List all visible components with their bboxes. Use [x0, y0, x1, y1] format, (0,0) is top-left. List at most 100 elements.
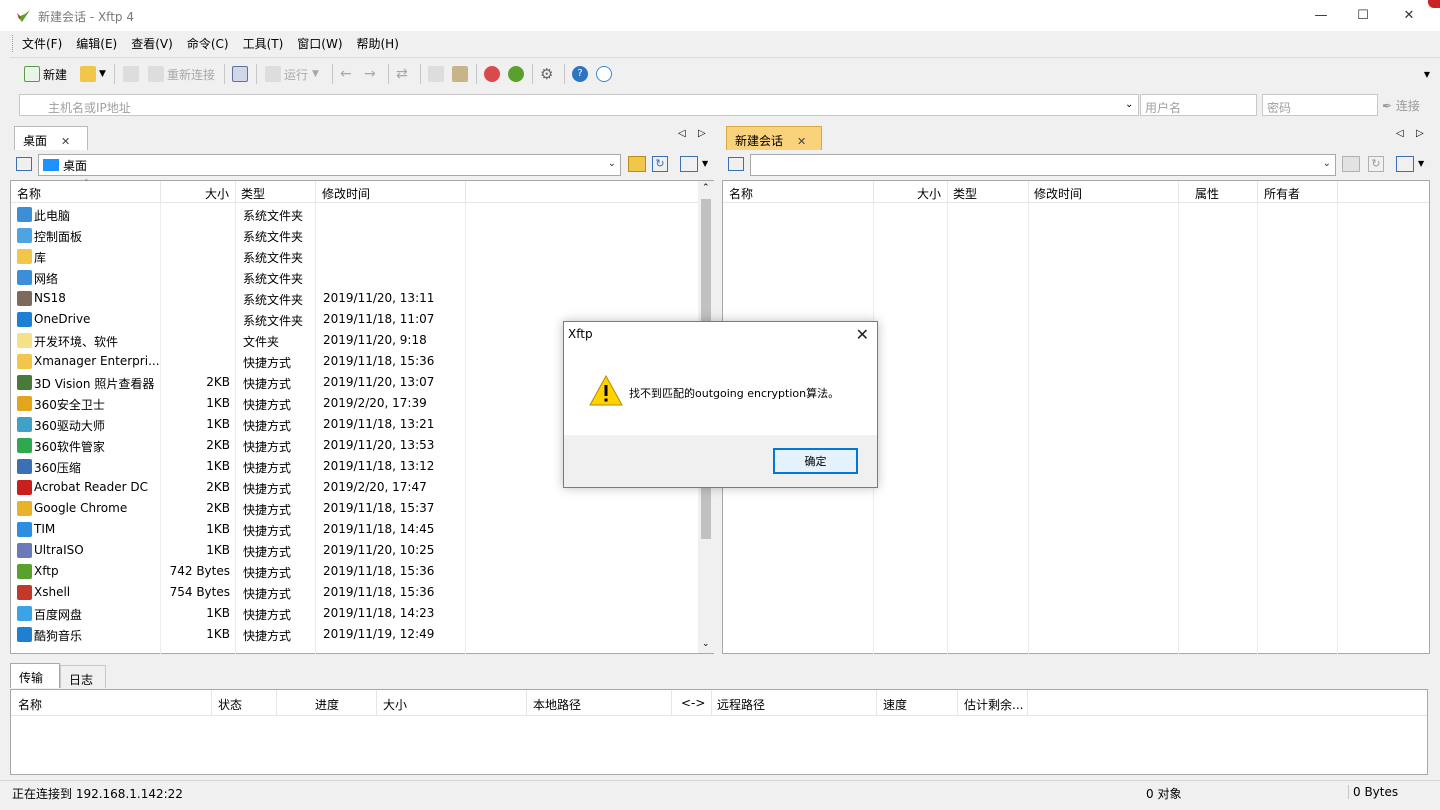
left-path-combo[interactable]: 桌面 ⌄	[38, 154, 621, 176]
copy-button[interactable]	[428, 64, 447, 84]
right-path-combo[interactable]: ⌄	[750, 154, 1336, 176]
row-type: 快捷方式	[243, 419, 292, 433]
tab-transfer[interactable]: 传输	[10, 663, 60, 688]
xshell-button[interactable]	[484, 64, 503, 84]
tab-desktop[interactable]: 桌面 ✕	[14, 126, 88, 150]
open-folder-button[interactable]: ▼	[80, 64, 106, 84]
chat-button[interactable]	[596, 64, 615, 84]
disconnect-button[interactable]	[123, 64, 142, 84]
menu-command[interactable]: 命令(C)	[187, 35, 229, 52]
tab-scroll-right-icon[interactable]: ▷	[1416, 128, 1424, 139]
refresh-icon[interactable]: ↻	[1368, 156, 1384, 172]
toolbar-overflow-icon[interactable]: ▼	[1424, 70, 1430, 79]
col-modified[interactable]: 修改时间	[1034, 185, 1082, 202]
tab-transfer-label: 传输	[19, 671, 44, 685]
table-row[interactable]: NS18 系统文件夹 2019/11/20, 13:11	[11, 288, 699, 309]
table-row[interactable]: UltraISO 1KB 快捷方式 2019/11/20, 10:25	[11, 540, 699, 561]
col-status[interactable]: 状态	[218, 696, 242, 713]
host-input[interactable]: 主机名或IP地址	[19, 94, 1139, 116]
dialog-close-icon[interactable]: ✕	[856, 325, 869, 344]
menu-file[interactable]: 文件(F)	[22, 35, 62, 52]
menu-tools[interactable]: 工具(T)	[243, 35, 284, 52]
col-transfer-size[interactable]: 大小	[383, 696, 407, 713]
col-direction[interactable]: <->	[681, 696, 705, 710]
tab-log[interactable]: 日志	[60, 665, 106, 688]
close-button[interactable]: ✕	[1386, 0, 1432, 31]
table-row[interactable]: Xshell 754 Bytes 快捷方式 2019/11/18, 15:36	[11, 582, 699, 603]
col-eta[interactable]: 估计剩余...	[964, 696, 1023, 713]
menu-view[interactable]: 查看(V)	[131, 35, 173, 52]
table-row[interactable]: 库 系统文件夹	[11, 246, 699, 267]
col-attributes[interactable]: 属性	[1195, 185, 1219, 202]
menu-window[interactable]: 窗口(W)	[297, 35, 342, 52]
table-row[interactable]: Google Chrome 2KB 快捷方式 2019/11/18, 15:37	[11, 498, 699, 519]
sync-button[interactable]: ⇄	[396, 64, 408, 84]
table-row[interactable]: Xftp 742 Bytes 快捷方式 2019/11/18, 15:36	[11, 561, 699, 582]
properties-button[interactable]	[232, 64, 251, 84]
username-input[interactable]: 用户名	[1140, 94, 1257, 116]
table-row[interactable]: 网络 系统文件夹	[11, 267, 699, 288]
host-dropdown-icon[interactable]: ⌄	[1125, 99, 1133, 110]
view-mode-icon[interactable]	[680, 156, 698, 172]
file-icon	[17, 291, 32, 306]
col-remote-path[interactable]: 远程路径	[717, 696, 765, 713]
parent-folder-icon[interactable]	[1342, 156, 1360, 172]
forward-button[interactable]: →	[364, 64, 376, 84]
table-row[interactable]: 此电脑 系统文件夹	[11, 204, 699, 225]
row-name: Acrobat Reader DC	[34, 480, 148, 494]
col-name[interactable]: 名称	[729, 185, 753, 202]
ok-button[interactable]: 确定	[773, 448, 858, 474]
parent-folder-icon[interactable]	[628, 156, 646, 172]
col-size[interactable]: 大小	[917, 185, 941, 202]
row-name: 360压缩	[34, 461, 81, 475]
col-size[interactable]: 大小	[205, 185, 229, 202]
table-row[interactable]: TIM 1KB 快捷方式 2019/11/18, 14:45	[11, 519, 699, 540]
panel-toggle-icon[interactable]	[16, 157, 32, 171]
col-local-path[interactable]: 本地路径	[533, 696, 581, 713]
view-mode-icon[interactable]	[1396, 156, 1414, 172]
table-row[interactable]: 控制面板 系统文件夹	[11, 225, 699, 246]
paste-button[interactable]	[452, 64, 471, 84]
table-row[interactable]: 酷狗音乐 1KB 快捷方式 2019/11/19, 12:49	[11, 624, 699, 645]
close-tab-icon[interactable]: ✕	[61, 135, 70, 148]
col-modified[interactable]: 修改时间	[322, 185, 370, 202]
col-progress[interactable]: 进度	[315, 696, 339, 713]
new-session-button[interactable]: 新建	[24, 64, 67, 84]
col-speed[interactable]: 速度	[883, 696, 907, 713]
reconnect-button[interactable]: 重新连接	[148, 64, 215, 84]
col-type[interactable]: 类型	[953, 185, 977, 202]
file-icon	[17, 396, 32, 411]
xftp-button[interactable]	[508, 64, 527, 84]
menu-edit[interactable]: 编辑(E)	[76, 35, 117, 52]
col-transfer-name[interactable]: 名称	[18, 696, 42, 713]
refresh-icon[interactable]: ↻	[652, 156, 668, 172]
close-tab-icon[interactable]: ✕	[797, 135, 806, 148]
tab-scroll-right-icon[interactable]: ▷	[698, 128, 706, 139]
panel-toggle-icon[interactable]	[728, 157, 744, 171]
desktop-icon	[43, 159, 59, 171]
minimize-button[interactable]: —	[1298, 0, 1344, 31]
connect-button[interactable]: ✒ 连接	[1382, 97, 1420, 114]
scroll-up-icon[interactable]: ⌃	[702, 183, 710, 193]
help-button[interactable]: ?	[572, 64, 591, 84]
chevron-down-icon: ⌄	[1322, 158, 1331, 169]
back-button[interactable]: ←	[340, 64, 352, 84]
scroll-down-icon[interactable]: ⌄	[702, 639, 710, 649]
menu-help[interactable]: 帮助(H)	[357, 35, 399, 52]
tab-new-session[interactable]: 新建会话 ✕	[726, 126, 822, 150]
view-mode-dropdown-icon[interactable]: ▼	[702, 159, 708, 168]
col-type[interactable]: 类型	[241, 185, 265, 202]
dialog-footer: 确定	[564, 435, 877, 487]
title-bar: 新建会话 - Xftp 4 — ☐ ✕	[0, 0, 1440, 31]
col-owner[interactable]: 所有者	[1264, 185, 1300, 202]
view-mode-dropdown-icon[interactable]: ▼	[1418, 159, 1424, 168]
file-icon	[17, 606, 32, 621]
col-name[interactable]: 名称	[17, 185, 41, 202]
run-button[interactable]: 运行 ▼	[265, 64, 319, 84]
options-button[interactable]: ⚙	[540, 64, 553, 84]
tab-scroll-left-icon[interactable]: ◁	[1396, 128, 1404, 139]
table-row[interactable]: 百度网盘 1KB 快捷方式 2019/11/18, 14:23	[11, 603, 699, 624]
maximize-button[interactable]: ☐	[1340, 0, 1386, 31]
password-input[interactable]: 密码	[1262, 94, 1378, 116]
tab-scroll-left-icon[interactable]: ◁	[678, 128, 686, 139]
